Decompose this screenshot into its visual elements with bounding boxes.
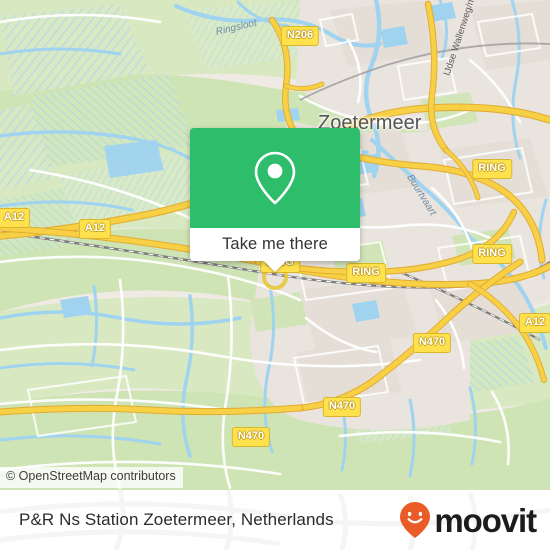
- road-shield-n470-7: N470: [412, 333, 452, 353]
- moovit-wordmark: moovit: [434, 501, 537, 539]
- map-pin-icon: [254, 151, 296, 205]
- map-viewport[interactable]: Ringsloot Buurtvaart IJdse Wallenweg/rin…: [0, 0, 550, 490]
- place-card[interactable]: Take me there: [190, 128, 360, 272]
- card-pointer-tail: [264, 261, 286, 272]
- road-shield-a12-3: A12: [78, 219, 112, 239]
- road-shield-n470-10: N470: [231, 427, 271, 447]
- footer-bar: P&R Ns Station Zoetermeer, Netherlands m…: [0, 490, 550, 550]
- road-shield-n470-9: N470: [322, 397, 362, 417]
- road-shield-a12-2: A12: [0, 208, 31, 228]
- moovit-logo[interactable]: moovit: [399, 501, 537, 539]
- place-card-header: [190, 128, 360, 228]
- moovit-smiley-pin-icon: [400, 502, 431, 538]
- road-shield-ring-5: RING: [346, 263, 386, 283]
- road-shield-n206-0: N206: [280, 26, 320, 46]
- place-title: P&R Ns Station Zoetermeer, Netherlands: [19, 510, 334, 529]
- take-me-there-button[interactable]: Take me there: [190, 228, 360, 272]
- road-shield-ring-1: RING: [472, 159, 512, 179]
- take-me-there-label: Take me there: [222, 235, 328, 254]
- moovit-place-share-card: Ringsloot Buurtvaart IJdse Wallenweg/rin…: [0, 0, 550, 550]
- road-shield-a12-8: A12: [518, 313, 550, 333]
- road-shield-ring-6: RING: [472, 244, 512, 264]
- osm-attribution[interactable]: © OpenStreetMap contributors: [0, 467, 183, 488]
